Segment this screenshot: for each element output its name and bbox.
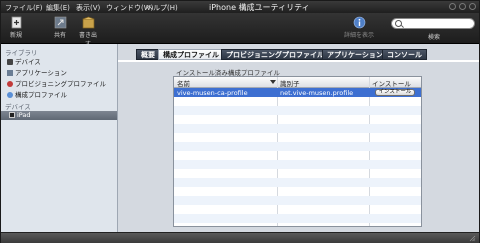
app-window: ファイル(F) 編集(E) 表示(V) ウィンドウ(W) ヘルプ(H) iPho… bbox=[0, 0, 480, 243]
table-row-empty bbox=[174, 151, 421, 160]
table-row-empty bbox=[174, 142, 421, 151]
sidebar-item-configuration-profiles[interactable]: 構成プロファイル bbox=[7, 89, 115, 99]
table-row-empty bbox=[174, 115, 421, 124]
table-row-empty bbox=[174, 106, 421, 115]
details-button[interactable]: 詳細を表示 bbox=[341, 16, 377, 39]
maximize-icon[interactable] bbox=[459, 3, 466, 10]
menu-bar: ファイル(F) 編集(E) 表示(V) ウィンドウ(W) ヘルプ(H) iPho… bbox=[1, 1, 479, 13]
table-row-empty bbox=[174, 178, 421, 187]
table-row-empty bbox=[174, 133, 421, 142]
install-button[interactable]: インストール bbox=[375, 89, 415, 96]
details-label: 詳細を表示 bbox=[343, 32, 374, 39]
profile-identifier: net.vive-musen.profile bbox=[280, 89, 354, 97]
table-row-empty bbox=[174, 124, 421, 133]
window-title: iPhone 構成ユーティリティ bbox=[209, 3, 310, 12]
column-header-name[interactable]: 名前 bbox=[177, 78, 190, 88]
menu-file[interactable]: ファイル(F) bbox=[5, 3, 43, 13]
column-header-identifier[interactable]: 識別子 bbox=[280, 78, 300, 88]
table-header: 名前 識別子 インストール bbox=[174, 77, 421, 88]
search-input[interactable] bbox=[391, 18, 475, 29]
tab-applications[interactable]: アプリケーション bbox=[322, 49, 388, 60]
search-icon bbox=[395, 20, 402, 27]
sidebar-item-label: 構成プロファイル bbox=[15, 91, 67, 99]
tab-console[interactable]: コンソール bbox=[382, 49, 427, 60]
new-button[interactable]: 新規 bbox=[5, 16, 27, 39]
table-row-empty bbox=[174, 187, 421, 196]
tab-summary[interactable]: 概要 bbox=[136, 49, 160, 60]
resize-grip-icon[interactable] bbox=[469, 235, 476, 242]
menu-edit[interactable]: 編集(E) bbox=[46, 3, 70, 13]
sidebar-item-label: デバイス bbox=[15, 58, 41, 66]
table-row-empty bbox=[174, 205, 421, 214]
table-row-empty bbox=[174, 196, 421, 205]
menu-help[interactable]: ヘルプ(H) bbox=[146, 3, 178, 13]
table-row-empty bbox=[174, 160, 421, 169]
sort-descending-icon bbox=[270, 80, 276, 84]
share-label: 共有 bbox=[53, 32, 66, 39]
tab-configuration-profiles[interactable]: 構成プロファイル bbox=[158, 49, 224, 60]
main-pane: 概要 構成プロファイル プロビジョニングプロファイル アプリケーション コンソー… bbox=[118, 44, 479, 232]
profiles-table: 名前 識別子 インストール vive-musen-ca-profile net.… bbox=[173, 76, 422, 227]
sidebar-item-applications[interactable]: アプリケーション bbox=[7, 67, 115, 77]
profile-name: vive-musen-ca-profile bbox=[177, 89, 248, 97]
sidebar-item-label: iPad bbox=[17, 111, 31, 119]
new-document-icon bbox=[11, 16, 21, 29]
toolbar: 新規 共有 書き出す 詳細を表示 検索 bbox=[1, 13, 479, 48]
close-icon[interactable] bbox=[469, 3, 476, 10]
tab-provisioning-profiles[interactable]: プロビジョニングプロファイル bbox=[221, 49, 329, 60]
sidebar: ライブラリ デバイス アプリケーション プロビジョニングプロファイル 構成プロフ… bbox=[1, 44, 118, 232]
applications-icon bbox=[7, 70, 13, 76]
device-icon bbox=[7, 59, 13, 65]
sidebar-item-label: プロビジョニングプロファイル bbox=[15, 80, 106, 88]
gear-icon bbox=[7, 92, 13, 98]
new-label: 新規 bbox=[9, 32, 22, 39]
menu-view[interactable]: 表示(V) bbox=[76, 3, 100, 13]
sidebar-item-ipad[interactable]: iPad bbox=[1, 111, 117, 120]
ipad-icon bbox=[9, 112, 15, 118]
table-row-empty bbox=[174, 169, 421, 178]
table-row-empty bbox=[174, 97, 421, 106]
table-row-empty bbox=[174, 214, 421, 223]
share-button[interactable]: 共有 bbox=[49, 16, 71, 39]
box-export-icon bbox=[82, 16, 94, 29]
share-icon bbox=[54, 16, 66, 29]
info-icon bbox=[353, 16, 365, 29]
devices-heading: デバイス bbox=[5, 103, 31, 111]
sidebar-item-devices[interactable]: デバイス bbox=[7, 56, 115, 66]
tab-divider bbox=[118, 60, 479, 62]
minimize-icon[interactable] bbox=[449, 3, 456, 10]
sidebar-item-provisioning-profiles[interactable]: プロビジョニングプロファイル bbox=[7, 78, 115, 88]
sidebar-item-label: アプリケーション bbox=[15, 69, 67, 77]
column-header-install[interactable]: インストール bbox=[372, 78, 411, 88]
provisioning-icon bbox=[7, 81, 13, 87]
status-bar bbox=[1, 232, 479, 243]
search-label: 検索 bbox=[428, 34, 441, 41]
table-row[interactable]: vive-musen-ca-profile net.vive-musen.pro… bbox=[174, 88, 421, 97]
